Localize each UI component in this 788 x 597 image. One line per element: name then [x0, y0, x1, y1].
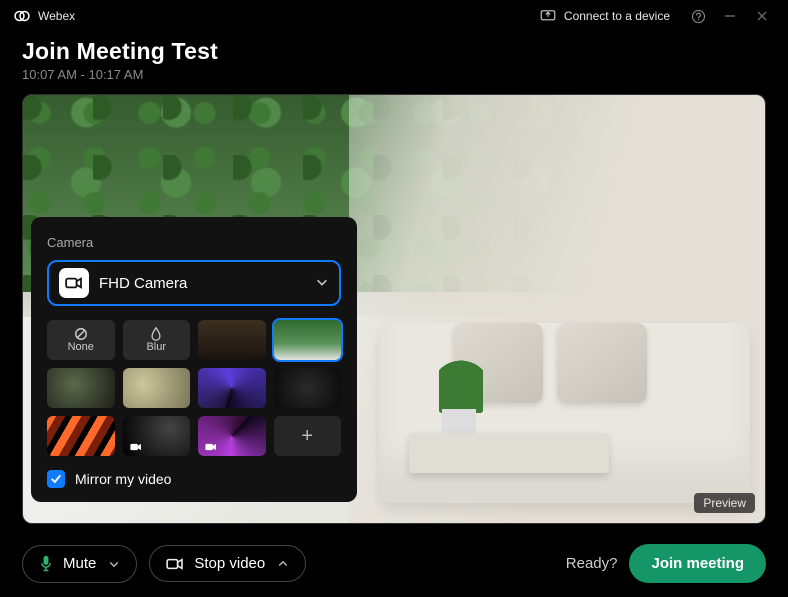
bg-blur-label: Blur [146, 341, 166, 353]
chevron-up-icon[interactable] [277, 558, 289, 570]
bg-option-none[interactable]: None [47, 320, 115, 360]
close-button[interactable] [750, 4, 774, 28]
mirror-checkbox[interactable] [47, 470, 65, 488]
preview-bg-plant [439, 357, 483, 413]
video-preview: Camera FHD Camera None Blur [22, 94, 766, 524]
camera-icon [166, 557, 184, 571]
mirror-label: Mirror my video [75, 471, 171, 487]
checkmark-icon [50, 473, 62, 485]
stop-video-button[interactable]: Stop video [149, 545, 306, 582]
minimize-button[interactable] [718, 4, 742, 28]
camera-settings-panel: Camera FHD Camera None Blur [31, 217, 357, 502]
bg-option-swirl-blue[interactable] [198, 368, 266, 408]
bg-option-add[interactable]: + [274, 416, 342, 456]
bg-option-video-dark[interactable] [123, 416, 191, 456]
app-title: Webex [38, 9, 75, 23]
titlebar: Webex Connect to a device [0, 0, 788, 32]
bg-option-dark[interactable] [274, 368, 342, 408]
bg-option-bokeh[interactable] [123, 368, 191, 408]
webex-logo-icon [14, 8, 30, 24]
bottom-bar: Mute Stop video Ready? Join meeting [22, 544, 766, 583]
bg-option-blur[interactable]: Blur [123, 320, 191, 360]
blur-icon [150, 327, 162, 341]
background-grid: None Blur + [47, 320, 341, 456]
header: Join Meeting Test 10:07 AM - 10:17 AM [0, 32, 788, 82]
mirror-video-row[interactable]: Mirror my video [47, 470, 341, 488]
meeting-title: Join Meeting Test [22, 38, 766, 65]
camera-icon [129, 442, 143, 452]
none-icon [74, 327, 88, 341]
camera-icon [204, 442, 218, 452]
mute-button[interactable]: Mute [22, 545, 137, 583]
bg-option-orange[interactable] [47, 416, 115, 456]
connect-device-label: Connect to a device [564, 9, 670, 23]
help-icon[interactable] [686, 4, 710, 28]
stop-video-label: Stop video [194, 555, 265, 572]
join-meeting-button[interactable]: Join meeting [629, 544, 766, 583]
chevron-down-icon [315, 275, 329, 292]
bg-option-room[interactable] [198, 320, 266, 360]
preview-bg-table [409, 433, 609, 473]
add-label: + [301, 425, 313, 448]
camera-selected-name: FHD Camera [99, 275, 305, 292]
preview-badge: Preview [694, 493, 755, 513]
screen-share-icon [540, 10, 556, 22]
camera-section-label: Camera [47, 235, 341, 250]
bg-option-soft[interactable] [47, 368, 115, 408]
preview-bg-pillow [557, 323, 647, 403]
meeting-time: 10:07 AM - 10:17 AM [22, 67, 766, 82]
camera-icon [59, 268, 89, 298]
camera-selector[interactable]: FHD Camera [47, 260, 341, 306]
ready-label: Ready? [566, 555, 618, 572]
chevron-down-icon[interactable] [108, 558, 120, 570]
bg-none-label: None [68, 341, 94, 353]
bg-option-trees[interactable] [274, 320, 342, 360]
mute-label: Mute [63, 555, 96, 572]
connect-device-button[interactable]: Connect to a device [532, 5, 678, 27]
bg-option-video-swirl[interactable] [198, 416, 266, 456]
microphone-icon [39, 555, 53, 573]
